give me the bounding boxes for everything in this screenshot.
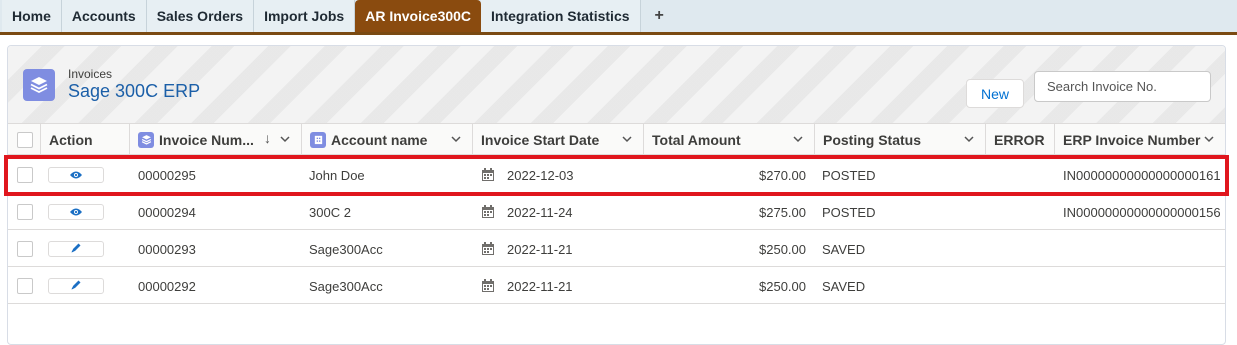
invoice-start-date-cell: 2022-11-21: [507, 241, 573, 257]
column-invoice-start-date[interactable]: Invoice Start Date: [472, 124, 643, 155]
invoice-start-date-cell: 2022-11-24: [507, 204, 573, 220]
invoice-number-cell[interactable]: 00000293: [138, 231, 196, 267]
row-action-cell: [48, 268, 104, 304]
column-posting-status-label: Posting Status: [823, 131, 922, 148]
posting-status-cell: SAVED: [822, 278, 866, 294]
tab-home[interactable]: Home: [2, 0, 62, 32]
posting-status-cell: POSTED: [822, 204, 876, 220]
chevron-down-icon[interactable]: [1203, 132, 1215, 148]
tab-accounts[interactable]: Accounts: [61, 0, 147, 32]
pencil-icon: [70, 279, 82, 294]
new-button[interactable]: New: [966, 79, 1024, 108]
tab-ar-invoice300c[interactable]: AR Invoice300C: [355, 0, 482, 32]
select-all-checkbox[interactable]: [17, 131, 33, 148]
object-type-label: Invoices: [68, 67, 113, 81]
column-action: Action: [40, 124, 129, 155]
column-erp-invoice-number-label: ERP Invoice Number: [1063, 131, 1201, 148]
tab-integration-statistics[interactable]: Integration Statistics: [481, 0, 641, 32]
calendar-icon: [481, 194, 495, 230]
column-invoice-start-date-label: Invoice Start Date: [481, 131, 600, 148]
tab-import-jobs[interactable]: Import Jobs: [254, 0, 356, 32]
view-button[interactable]: [48, 204, 104, 220]
chevron-down-icon[interactable]: [450, 132, 462, 148]
column-invoice-number[interactable]: Invoice Num... ↓: [129, 124, 301, 155]
row-checkbox[interactable]: [17, 204, 33, 220]
select-all-cell: [8, 124, 40, 155]
row-action-cell: [48, 231, 104, 267]
list-view-title[interactable]: Sage 300C ERP: [68, 81, 200, 102]
column-total-amount-label: Total Amount: [652, 131, 741, 148]
table-row: 00000294 300C 2 2022-11-24 $275.00 POSTE…: [8, 194, 1225, 230]
total-amount-cell: $250.00: [759, 278, 806, 294]
total-amount-cell: $275.00: [759, 204, 806, 220]
sort-descending-icon[interactable]: ↓: [264, 130, 271, 146]
table-header: Action Invoice Num... ↓ Account name Inv…: [8, 123, 1225, 155]
chevron-down-icon[interactable]: [621, 132, 633, 148]
row-highlight-box: [4, 155, 1229, 196]
invoices-object-icon: [23, 69, 55, 101]
account-name-cell[interactable]: Sage300Acc: [309, 231, 383, 267]
invoice-number-cell[interactable]: 00000294: [138, 194, 196, 230]
account-building-icon: [310, 131, 326, 148]
column-erp-invoice-number[interactable]: ERP Invoice Number: [1054, 124, 1225, 155]
chevron-down-icon[interactable]: [279, 132, 291, 148]
calendar-icon: [481, 268, 495, 304]
column-posting-status[interactable]: Posting Status: [814, 124, 985, 155]
calendar-icon: [481, 231, 495, 267]
invoice-stack-icon: [138, 131, 154, 148]
table-row: 00000293 Sage300Acc 2022-11-21 $250.00 S…: [8, 231, 1225, 267]
search-invoice-input[interactable]: [1034, 71, 1211, 102]
tab-sales-orders[interactable]: Sales Orders: [146, 0, 255, 32]
column-error[interactable]: ERROR: [985, 124, 1054, 155]
row-select-cell: [17, 231, 33, 267]
column-error-label: ERROR: [994, 131, 1045, 148]
column-account-name-label: Account name: [331, 131, 428, 148]
list-header: Invoices Sage 300C ERP New: [8, 46, 1225, 123]
edit-button[interactable]: [48, 278, 104, 294]
eye-icon: [69, 205, 83, 220]
pencil-icon: [70, 242, 82, 257]
invoice-number-cell[interactable]: 00000292: [138, 268, 196, 304]
total-amount-cell: $250.00: [759, 241, 806, 257]
chevron-down-icon[interactable]: [963, 132, 975, 148]
row-select-cell: [17, 268, 33, 304]
add-tab-button[interactable]: +: [641, 0, 678, 32]
column-invoice-number-label: Invoice Num...: [159, 131, 254, 148]
posting-status-cell: SAVED: [822, 241, 866, 257]
edit-button[interactable]: [48, 241, 104, 257]
chevron-down-icon[interactable]: [792, 132, 804, 148]
erp-invoice-number-cell: IN00000000000000000156: [1063, 204, 1221, 220]
account-name-cell[interactable]: 300C 2: [309, 194, 351, 230]
column-account-name[interactable]: Account name: [301, 124, 472, 155]
row-action-cell: [48, 194, 104, 230]
app-tab-bar: Home Accounts Sales Orders Import Jobs A…: [0, 0, 1237, 35]
table-row: 00000292 Sage300Acc 2022-11-21 $250.00 S…: [8, 268, 1225, 304]
column-total-amount[interactable]: Total Amount: [643, 124, 814, 155]
column-action-label: Action: [49, 131, 93, 148]
row-checkbox[interactable]: [17, 278, 33, 294]
row-checkbox[interactable]: [17, 241, 33, 257]
account-name-cell[interactable]: Sage300Acc: [309, 268, 383, 304]
row-select-cell: [17, 194, 33, 230]
invoice-start-date-cell: 2022-11-21: [507, 278, 573, 294]
